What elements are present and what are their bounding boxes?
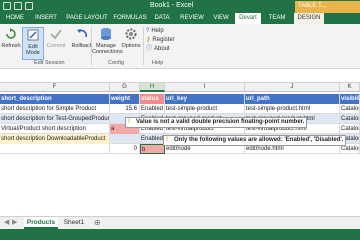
tooltip-text: Only the following values are allowed: '… [174,137,344,143]
header-cell[interactable]: status [140,94,165,104]
sheet-tab-bar: ◀ ▶ Products Sheet1 ⊕ [0,216,360,229]
help-link[interactable]: ? Help [146,27,175,36]
sheet-nav-left-icon[interactable]: ◀ [4,218,9,226]
tab-home[interactable]: HOME [2,13,28,24]
table-cell[interactable]: short description DownloadableProduct [0,134,110,144]
table-cell[interactable]: test-simple-product.html [245,104,340,114]
tab-devart[interactable]: Devart [235,13,261,24]
database-icon [101,28,111,40]
ribbon-divider [143,27,144,65]
tooltip-text: Value is not a valid double precision fl… [136,119,305,125]
table-header-row: short_description weight status url_key … [0,94,360,104]
validation-tooltip: ! Only the following values are allowed: … [163,135,347,146]
window-title: Book1 - Excel [150,2,194,9]
options-label: Options [121,43,141,49]
manage-connections-button[interactable]: Manage Connections [92,27,123,55]
tab-formulas[interactable]: FORMULAS [113,13,147,24]
column-header-i[interactable]: I [165,83,245,92]
header-cell[interactable]: visibility [340,94,360,104]
rollback-label: Rollback [71,43,93,49]
commit-button[interactable]: Commit [45,27,67,49]
header-cell[interactable]: weight [110,94,140,104]
column-header-j[interactable]: J [245,83,340,92]
rollback-icon [77,29,88,38]
commit-icon [50,29,62,40]
sheet-tab-products[interactable]: Products [24,217,58,229]
table-cell[interactable]: short description for Test-GroupedProduc… [0,114,110,124]
tab-insert[interactable]: INSERT [32,13,60,24]
group-edit-session: Edit Session [34,60,65,66]
table-cell[interactable]: Catalog [340,124,360,134]
key-icon: ⚷ [146,37,151,43]
manage-connections-label: Manage Connections [92,43,123,55]
tab-page-layout[interactable]: PAGE LAYOUT [64,13,110,24]
title-bar: Book1 - Excel TABLE T... [0,0,360,13]
edit-mode-icon [27,29,39,41]
table-cell[interactable]: short description for Simple Product [0,104,110,114]
tab-data[interactable]: DATA [151,13,173,24]
group-help: Help [152,60,164,66]
table-cell[interactable] [110,134,140,144]
info-icon: ⓘ [146,46,153,52]
sheet-tab-sheet1[interactable]: Sheet1 [60,217,88,229]
tab-team[interactable]: TEAM [265,13,289,24]
header-cell[interactable]: short_description [0,94,110,104]
quick-access-toolbar [3,2,33,10]
column-header-g[interactable]: G [110,83,140,92]
add-sheet-icon[interactable]: ⊕ [94,218,101,227]
worksheet-grid: F G H I J K short_description weight sta… [0,83,360,213]
sheet-nav-right-icon[interactable]: ▶ [12,218,17,226]
table-cell[interactable] [0,144,110,154]
column-header-h[interactable]: H [140,83,165,92]
table-cell[interactable]: Enabled [140,134,165,144]
column-header-f[interactable]: F [0,83,110,92]
refresh-icon [6,28,16,39]
table-cell[interactable]: test-simple-product [165,104,245,114]
register-link[interactable]: ⚷ Register [146,36,175,45]
table-cell[interactable]: 0 [110,144,140,154]
table-cell[interactable]: Enabled [140,104,165,114]
refresh-button[interactable]: Refresh [0,27,22,49]
table-cell[interactable]: Virtual/Product short description [0,124,110,134]
tab-view[interactable]: VIEW [210,13,232,24]
options-button[interactable]: Options [120,27,142,49]
undo-icon[interactable] [14,2,22,10]
redo-icon[interactable] [25,2,33,10]
column-header-k[interactable]: K [340,83,360,92]
save-icon[interactable] [3,2,11,10]
ribbon-tabs: HOME INSERT PAGE LAYOUT FORMULAS DATA RE… [0,13,360,24]
tab-design[interactable]: DESIGN [294,13,324,24]
commit-label: Commit [46,43,66,49]
help-links: ? Help ⚷ Register ⓘ About [146,27,175,54]
group-config: Config [108,60,124,66]
validation-tooltip: ! Value is not a valid double precision f… [125,117,308,128]
header-cell[interactable]: url_key [165,94,245,104]
register-label: Register [152,37,175,43]
formula-bar[interactable] [0,69,360,83]
edit-mode-label: Edit Mode [26,44,40,56]
header-cell[interactable]: url_path [245,94,340,104]
table-row: short description for Simple Product 15.… [0,104,360,114]
table-tools-label: TABLE T... [295,1,360,13]
refresh-label: Refresh [1,43,21,49]
help-icon: ? [146,28,150,34]
table-cell[interactable]: Catalog [340,104,360,114]
edit-mode-button[interactable]: Edit Mode [22,27,44,60]
table-cell-invalid[interactable]: b [140,144,165,154]
about-link[interactable]: ⓘ About [146,45,175,54]
tab-review[interactable]: REVIEW [177,13,207,24]
table-cell[interactable]: Catalog [340,114,360,124]
status-bar [0,229,360,240]
ribbon: Refresh Edit Mode Commit Rollback Edit S… [0,24,360,69]
about-label: About [154,46,170,52]
warning-icon: ! [166,137,168,143]
help-label: Help [151,28,164,34]
table-cell[interactable]: 15.6 [110,104,140,114]
warning-icon: ! [128,119,130,125]
gear-icon [125,28,137,40]
